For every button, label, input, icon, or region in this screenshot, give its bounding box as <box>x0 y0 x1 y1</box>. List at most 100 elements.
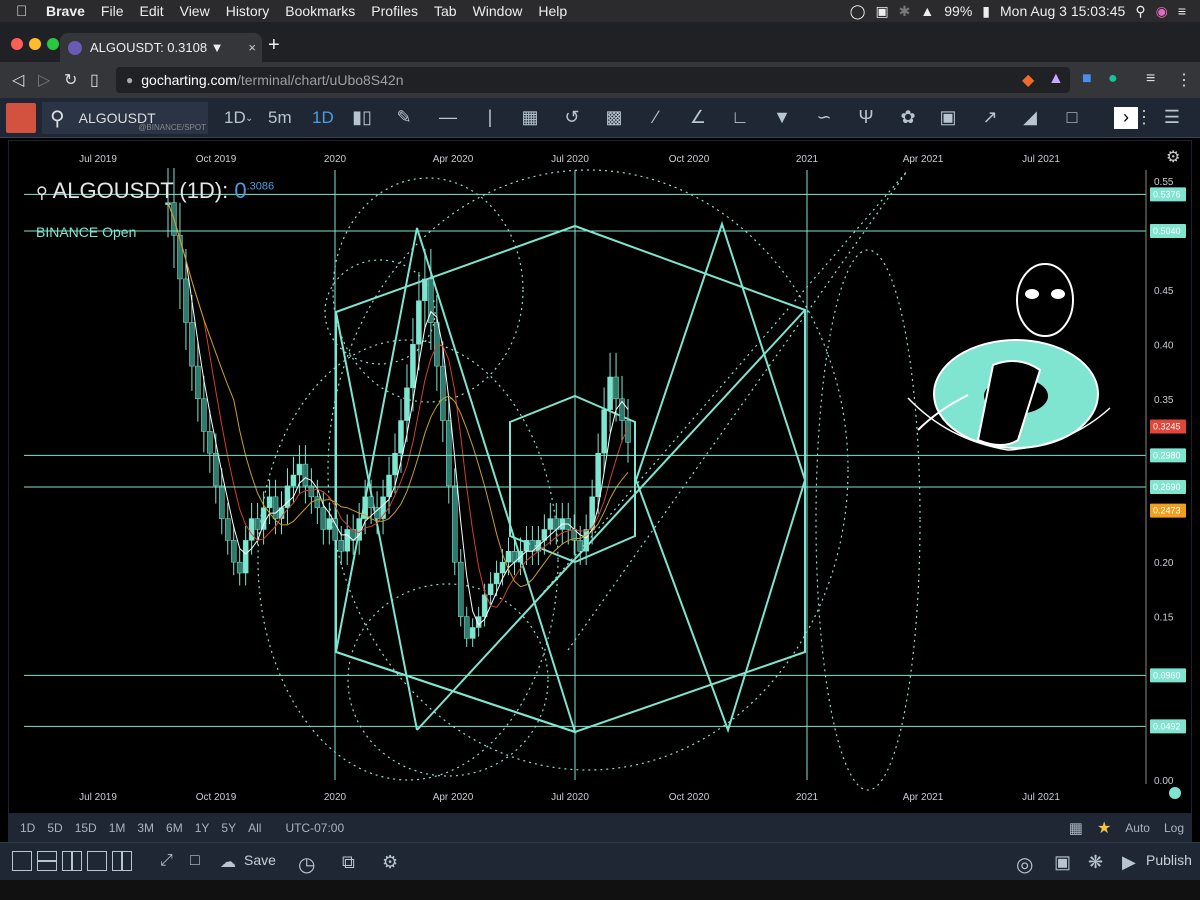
menu-file[interactable]: File <box>101 3 124 19</box>
spiral-tool-icon[interactable]: ↺ <box>560 107 584 129</box>
candle-body[interactable] <box>469 627 476 639</box>
pitchfork-icon[interactable]: Ψ <box>854 107 878 129</box>
megaphone-icon[interactable]: ▶ <box>1122 852 1136 873</box>
menu-help[interactable]: Help <box>538 3 567 19</box>
reload-icon[interactable]: ↻ <box>64 70 77 90</box>
publish-button[interactable]: Publish <box>1146 852 1192 868</box>
range-6m[interactable]: 6M <box>166 821 183 835</box>
candle-body[interactable] <box>386 474 392 498</box>
candle-body[interactable] <box>201 398 207 432</box>
chevron-down-icon[interactable]: ⌄ <box>245 113 253 124</box>
triangle-drawing[interactable] <box>334 227 577 734</box>
bug-report-icon[interactable]: ❋ <box>1088 852 1103 873</box>
chart-settings-icon[interactable]: ⚙ <box>1166 149 1180 166</box>
app-menu-brave[interactable]: Brave <box>46 3 85 19</box>
price-chart[interactable]: Jul 2019 Jul 2019 Oct 2019 Oct 2019 2020 2020… <box>8 140 1192 814</box>
candle-body[interactable] <box>314 496 321 508</box>
candle-body[interactable] <box>499 561 506 574</box>
candle-body[interactable] <box>434 322 440 367</box>
rectangle-tool-icon[interactable]: □ <box>1060 107 1084 129</box>
candle-body[interactable] <box>607 376 613 410</box>
triangle-tool-icon[interactable]: ◢ <box>1018 107 1042 129</box>
snapshot-icon[interactable]: □ <box>190 852 200 870</box>
new-chart-icon[interactable]: ⧉ <box>342 852 355 873</box>
vertical-line-icon[interactable]: | <box>478 107 502 129</box>
grid-toggle-icon[interactable]: ▦ <box>1069 819 1083 837</box>
candle-body[interactable] <box>398 420 404 454</box>
range-1m[interactable]: 1M <box>109 821 126 835</box>
candle-body[interactable] <box>392 452 398 476</box>
save-button[interactable]: Save <box>244 852 276 868</box>
discord-icon[interactable]: ▣ <box>1054 852 1071 873</box>
horizontal-line-icon[interactable]: — <box>436 107 460 129</box>
range-1d[interactable]: 1D <box>20 821 35 835</box>
candle-body[interactable] <box>463 616 470 639</box>
brave-shields-icon[interactable]: ◆ <box>1022 70 1034 90</box>
ray-icon[interactable]: ↗ <box>978 107 1002 129</box>
gocharting-logo[interactable] <box>6 103 36 133</box>
symbol-search[interactable]: ⚲ ALGOUSDT @BINANCE/SPOT <box>42 102 208 134</box>
grammarly-extension-icon[interactable]: ● <box>1108 70 1118 88</box>
candle-body[interactable] <box>242 540 249 574</box>
candle-body[interactable] <box>547 518 554 530</box>
settings-gear-icon[interactable]: ⚙ <box>382 852 398 873</box>
candle-body[interactable] <box>320 507 327 530</box>
hamburger-menu-icon[interactable]: ☰ <box>1160 107 1184 129</box>
window-zoom-button[interactable] <box>47 38 59 50</box>
candle-body[interactable] <box>224 518 231 541</box>
menu-view[interactable]: View <box>180 3 210 19</box>
help-lifebuoy-icon[interactable]: ◎ <box>1016 852 1033 877</box>
candle-body[interactable] <box>404 387 410 421</box>
browser-tab[interactable]: ALGOUSDT: 0.3108 ▼ × <box>60 33 262 62</box>
image-icon[interactable]: ▣ <box>936 107 960 129</box>
candle-body[interactable] <box>189 322 195 367</box>
star-icon[interactable]: ★ <box>1097 818 1111 838</box>
candle-body[interactable] <box>296 463 303 476</box>
candle-body[interactable] <box>481 594 488 617</box>
interval-1d-button[interactable]: 1D <box>312 108 334 128</box>
candle-body[interactable] <box>613 376 619 399</box>
candle-body[interactable] <box>207 431 213 454</box>
layout-single-icon[interactable] <box>12 851 32 871</box>
translate-extension-icon[interactable]: ■ <box>1082 70 1092 88</box>
layout-two-cols-icon[interactable] <box>62 851 82 871</box>
layout-two-rows-icon[interactable] <box>37 851 57 871</box>
control-center-icon[interactable]: ≡ <box>1178 3 1186 19</box>
bookmark-icon[interactable]: ▯ <box>90 70 99 90</box>
creative-cloud-icon[interactable]: ◯ <box>850 3 866 20</box>
candle-body[interactable] <box>332 518 339 541</box>
candle-body[interactable] <box>260 507 267 530</box>
candle-body[interactable] <box>219 485 225 519</box>
dotted-circle-drawing[interactable] <box>347 583 549 777</box>
auto-scale-toggle[interactable]: Auto <box>1125 821 1150 835</box>
candle-body[interactable] <box>230 540 237 563</box>
candlestick-type-icon[interactable]: ▮▯ <box>350 107 374 129</box>
curve-tool-icon[interactable]: ∽ <box>812 107 836 129</box>
range-1y[interactable]: 1Y <box>195 821 210 835</box>
tab-close-icon[interactable]: × <box>248 40 256 55</box>
alert-clock-icon[interactable]: ◷ <box>298 852 315 877</box>
cloud-save-icon[interactable]: ☁ <box>220 852 236 872</box>
candle-body[interactable] <box>213 452 219 487</box>
screen-icon[interactable]: ▣ <box>875 3 888 20</box>
candle-body[interactable] <box>416 300 422 345</box>
candle-body[interactable] <box>183 278 189 323</box>
candle-body[interactable] <box>493 572 500 585</box>
wifi-icon[interactable]: ▲ <box>920 3 934 19</box>
candle-body[interactable] <box>248 518 255 541</box>
brain-icon[interactable]: ✿ <box>896 107 920 129</box>
candle-body[interactable] <box>446 420 452 487</box>
layout-three-rows-icon[interactable] <box>87 851 107 871</box>
battery-icon[interactable]: ▮ <box>982 3 990 20</box>
range-all[interactable]: All <box>248 821 261 835</box>
range-5y[interactable]: 5Y <box>221 821 236 835</box>
hexagon-drawing[interactable] <box>335 224 806 734</box>
menu-history[interactable]: History <box>226 3 270 19</box>
trendline-icon[interactable]: ∕ <box>644 107 668 129</box>
candle-body[interactable] <box>452 485 458 563</box>
angle-tool-icon[interactable]: ∠ <box>686 107 710 129</box>
reading-list-icon[interactable]: ≡ <box>1146 70 1155 88</box>
grid-tool-icon[interactable]: ▦ <box>518 107 542 129</box>
candle-body[interactable] <box>344 529 350 552</box>
log-scale-toggle[interactable]: Log <box>1164 821 1184 835</box>
